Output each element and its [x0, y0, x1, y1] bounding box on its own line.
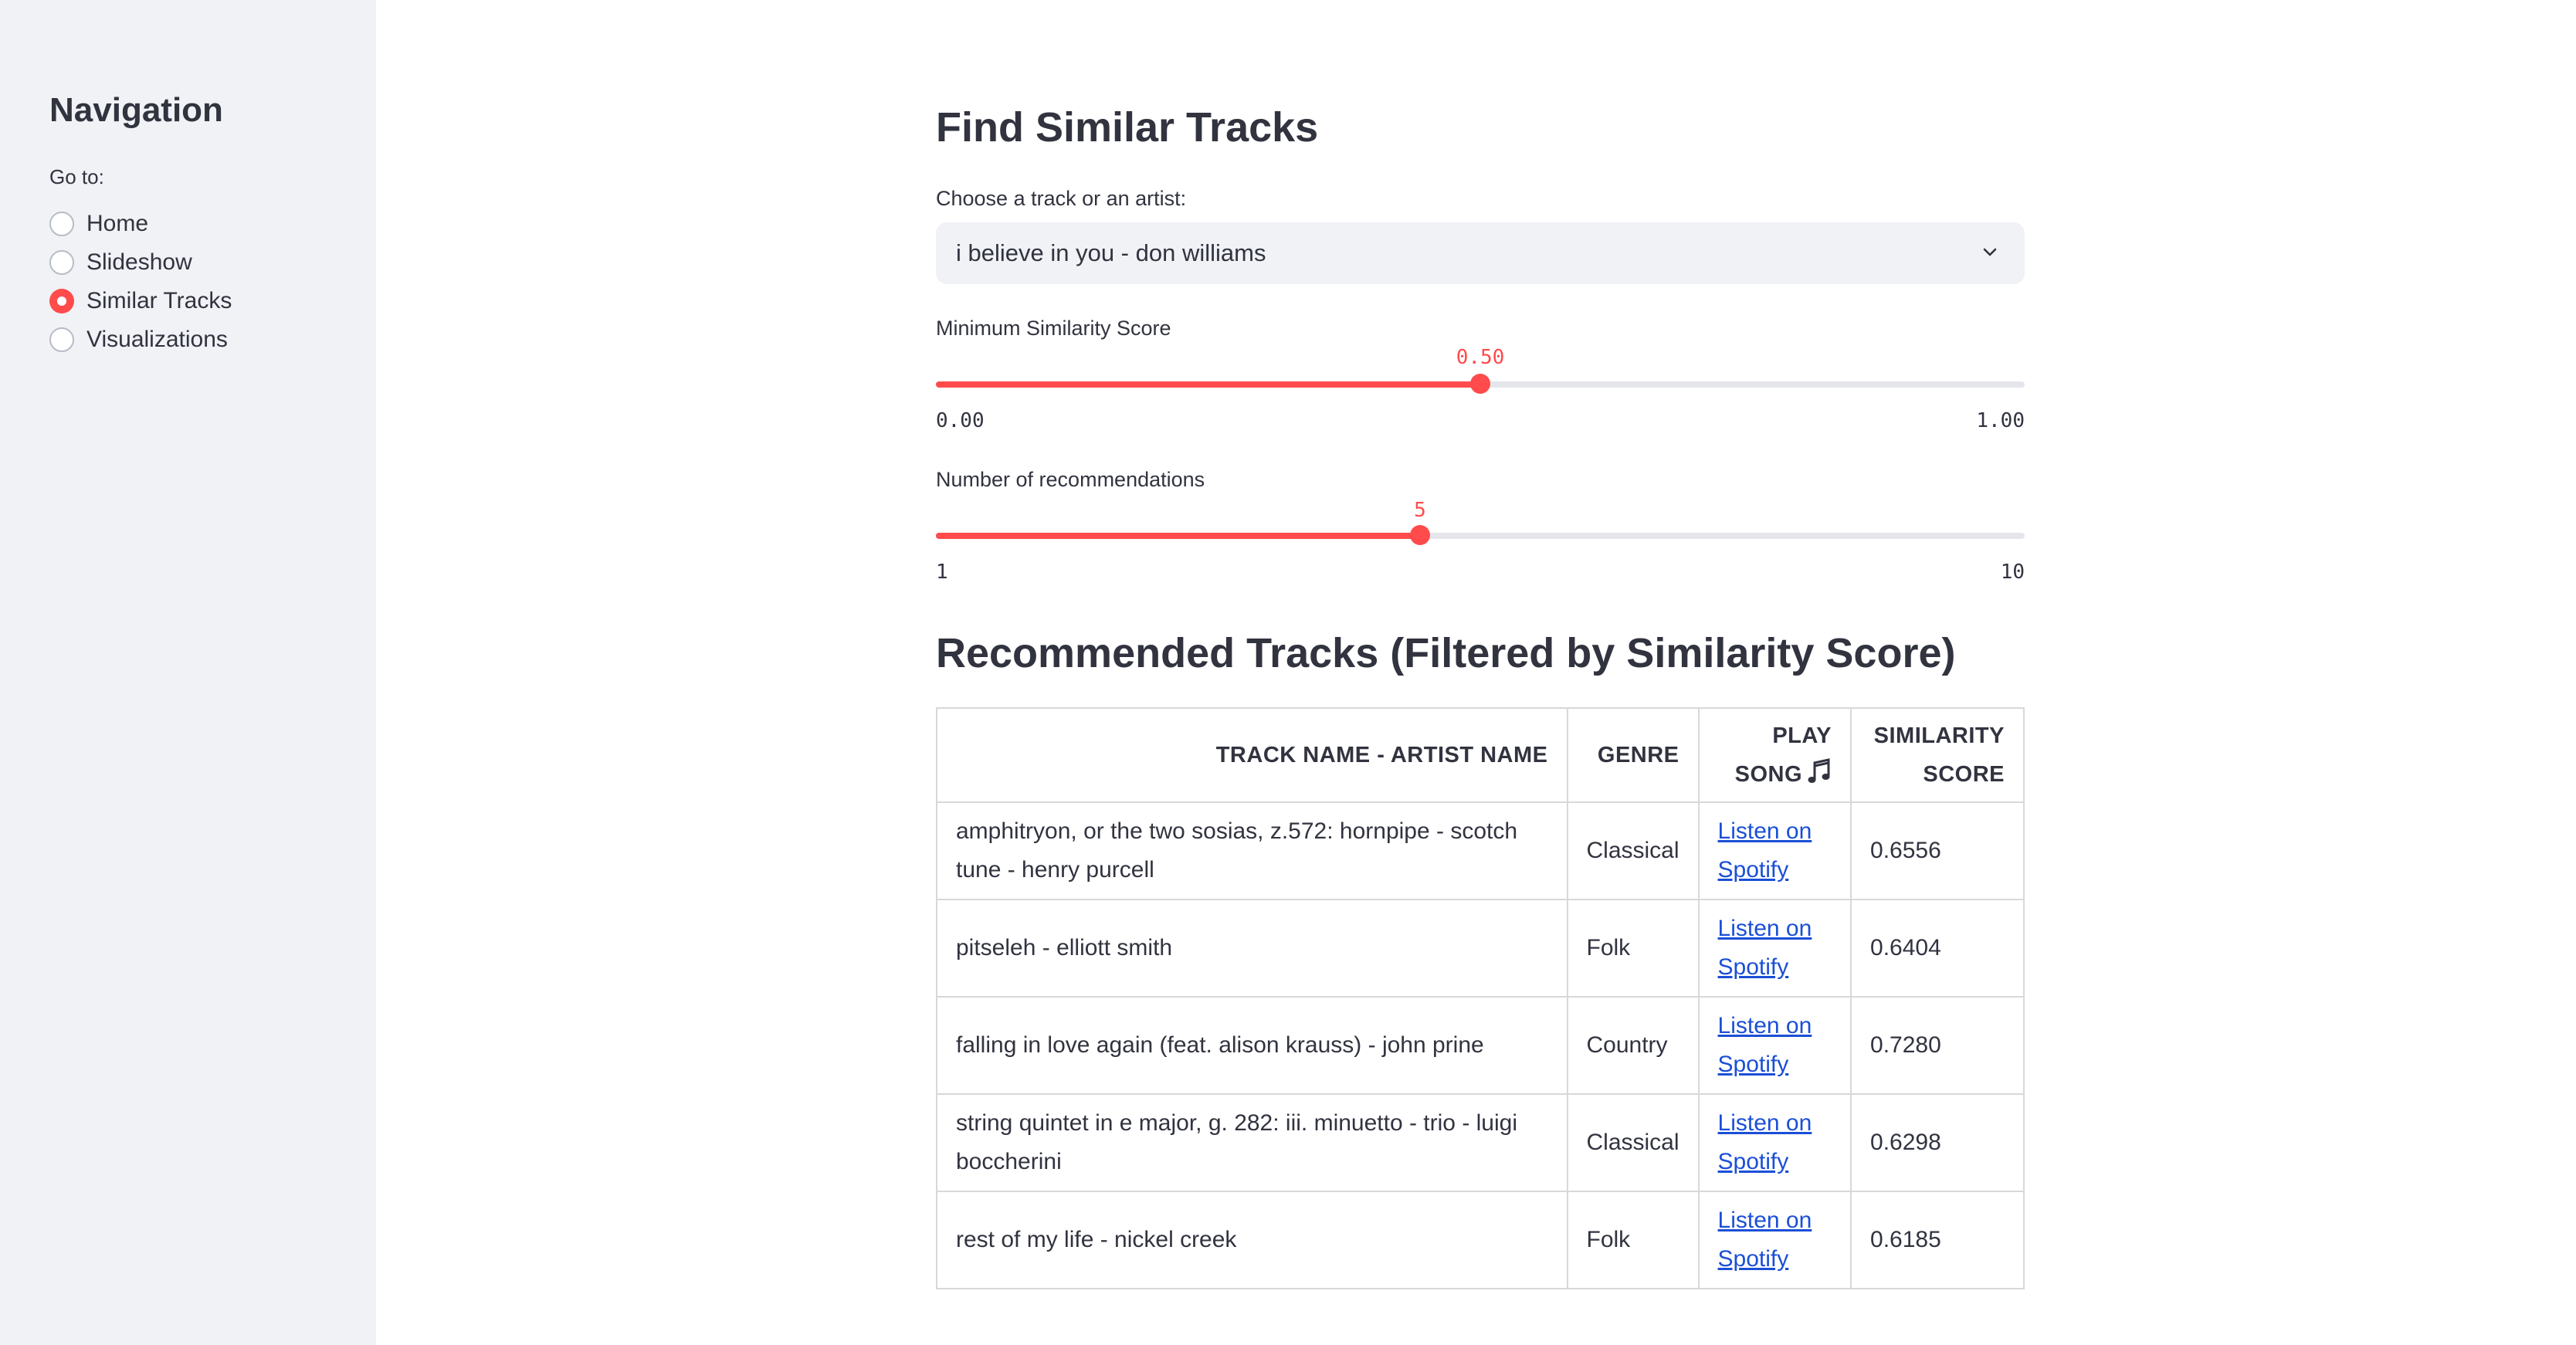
music-note-icon — [1808, 758, 1830, 783]
table-row: falling in love again (feat. alison krau… — [936, 996, 2025, 1095]
cell-play: Listen on Spotify — [1697, 996, 1852, 1095]
count-slider-value: 5 — [1414, 499, 1426, 522]
table-row: string quintet in e major, g. 282: iii. … — [936, 1093, 2025, 1192]
cell-genre: Classical — [1566, 801, 1700, 900]
similarity-slider-value: 0.50 — [1456, 346, 1505, 369]
table-row: pitseleh - elliott smith Folk Listen on S… — [936, 899, 2025, 998]
spotify-link-line2[interactable]: Spotify — [1718, 857, 1789, 883]
table-row: rest of my life - nickel creek Folk List… — [936, 1191, 2025, 1289]
header-track: Track Name - Artist Name — [936, 707, 1568, 803]
cell-track: falling in love again (feat. alison krau… — [936, 996, 1568, 1095]
sidebar-title: Navigation — [49, 91, 223, 129]
track-select-label: Choose a track or an artist: — [936, 187, 1187, 210]
cell-score: 0.6556 — [1850, 801, 2025, 900]
slider-fill — [936, 381, 1480, 388]
spotify-link-line1[interactable]: Listen on — [1718, 1208, 1812, 1233]
similarity-slider-max: 1.00 — [1976, 409, 2025, 432]
goto-label: Go to: — [49, 165, 104, 188]
page-title: Find Similar Tracks — [936, 104, 1319, 151]
radio-button[interactable] — [49, 250, 74, 275]
cell-genre: Folk — [1566, 1191, 1700, 1289]
cell-score: 0.6185 — [1850, 1191, 2025, 1289]
header-play-line1: Play — [1772, 723, 1832, 748]
cell-play: Listen on Spotify — [1697, 801, 1852, 900]
slider-thumb[interactable] — [1410, 525, 1430, 545]
similarity-slider[interactable] — [936, 374, 2025, 394]
spotify-link-line1[interactable]: Listen on — [1718, 818, 1812, 844]
spotify-link[interactable]: Listen on Spotify — [1718, 916, 1812, 980]
cell-track: string quintet in e major, g. 282: iii. … — [936, 1093, 1568, 1192]
cell-genre: Folk — [1566, 899, 1700, 998]
recommendations-table: Track Name - Artist Name Genre Play Song… — [936, 707, 2025, 1289]
cell-score: 0.6404 — [1850, 899, 2025, 998]
header-score: Similarity Score — [1850, 707, 2025, 803]
spotify-link[interactable]: Listen on Spotify — [1718, 1110, 1812, 1174]
cell-genre: Classical — [1566, 1093, 1700, 1192]
spotify-link[interactable]: Listen on Spotify — [1718, 1013, 1812, 1077]
header-score-line2: Score — [1923, 762, 2005, 787]
cell-track: pitseleh - elliott smith — [936, 899, 1568, 998]
track-select-value: i believe in you - don williams — [956, 239, 1266, 266]
cell-track: rest of my life - nickel creek — [936, 1191, 1568, 1289]
table-row: amphitryon, or the two sosias, z.572: ho… — [936, 801, 2025, 900]
slider-thumb[interactable] — [1470, 374, 1490, 394]
spotify-link-line1[interactable]: Listen on — [1718, 1013, 1812, 1038]
header-score-line1: Similarity — [1873, 723, 2005, 748]
spotify-link-line2[interactable]: Spotify — [1718, 1052, 1789, 1077]
cell-score: 0.6298 — [1850, 1093, 2025, 1192]
cell-play: Listen on Spotify — [1697, 1191, 1852, 1289]
spotify-link-line2[interactable]: Spotify — [1718, 1246, 1789, 1272]
similarity-slider-label: Minimum Similarity Score — [936, 317, 1171, 340]
nav-option-label: Similar Tracks — [86, 288, 232, 313]
radio-button[interactable] — [49, 212, 74, 236]
table-header-row: Track Name - Artist Name Genre Play Song… — [936, 707, 2025, 803]
count-slider-max: 10 — [2000, 561, 2025, 584]
radio-button-selected[interactable] — [49, 289, 74, 313]
cell-score: 0.7280 — [1850, 996, 2025, 1095]
nav-option-label: Home — [86, 211, 149, 236]
count-slider[interactable] — [936, 525, 2025, 545]
spotify-link-line1[interactable]: Listen on — [1718, 1110, 1812, 1136]
spotify-link[interactable]: Listen on Spotify — [1718, 818, 1812, 883]
cell-play: Listen on Spotify — [1697, 1093, 1852, 1192]
slider-fill — [936, 533, 1420, 539]
nav-option-home[interactable]: Home — [49, 205, 232, 243]
header-genre: Genre — [1566, 707, 1700, 803]
sidebar: Navigation Go to: Home Slideshow Similar… — [0, 0, 376, 1345]
chevron-down-icon[interactable] — [1981, 244, 1998, 261]
cell-genre: Country — [1566, 996, 1700, 1095]
nav-option-slideshow[interactable]: Slideshow — [49, 243, 232, 282]
radio-button[interactable] — [49, 327, 74, 352]
spotify-link-line2[interactable]: Spotify — [1718, 1149, 1789, 1174]
track-select[interactable]: i believe in you - don williams — [936, 222, 2025, 284]
cell-track: amphitryon, or the two sosias, z.572: ho… — [936, 801, 1568, 900]
header-play-line2: Song — [1734, 762, 1803, 787]
spotify-link-line2[interactable]: Spotify — [1718, 954, 1789, 980]
spotify-link[interactable]: Listen on Spotify — [1718, 1208, 1812, 1272]
cell-play: Listen on Spotify — [1697, 899, 1852, 998]
header-play: Play Song — [1697, 707, 1852, 803]
nav-option-visualizations[interactable]: Visualizations — [49, 320, 232, 359]
navigation-radio-group: Home Slideshow Similar Tracks Visualizat… — [49, 205, 232, 359]
spotify-link-line1[interactable]: Listen on — [1718, 916, 1812, 941]
nav-option-label: Visualizations — [86, 327, 228, 352]
count-slider-label: Number of recommendations — [936, 468, 1205, 491]
section-title: Recommended Tracks (Filtered by Similari… — [936, 630, 1956, 676]
nav-option-label: Slideshow — [86, 249, 192, 275]
nav-option-similar-tracks[interactable]: Similar Tracks — [49, 282, 232, 320]
